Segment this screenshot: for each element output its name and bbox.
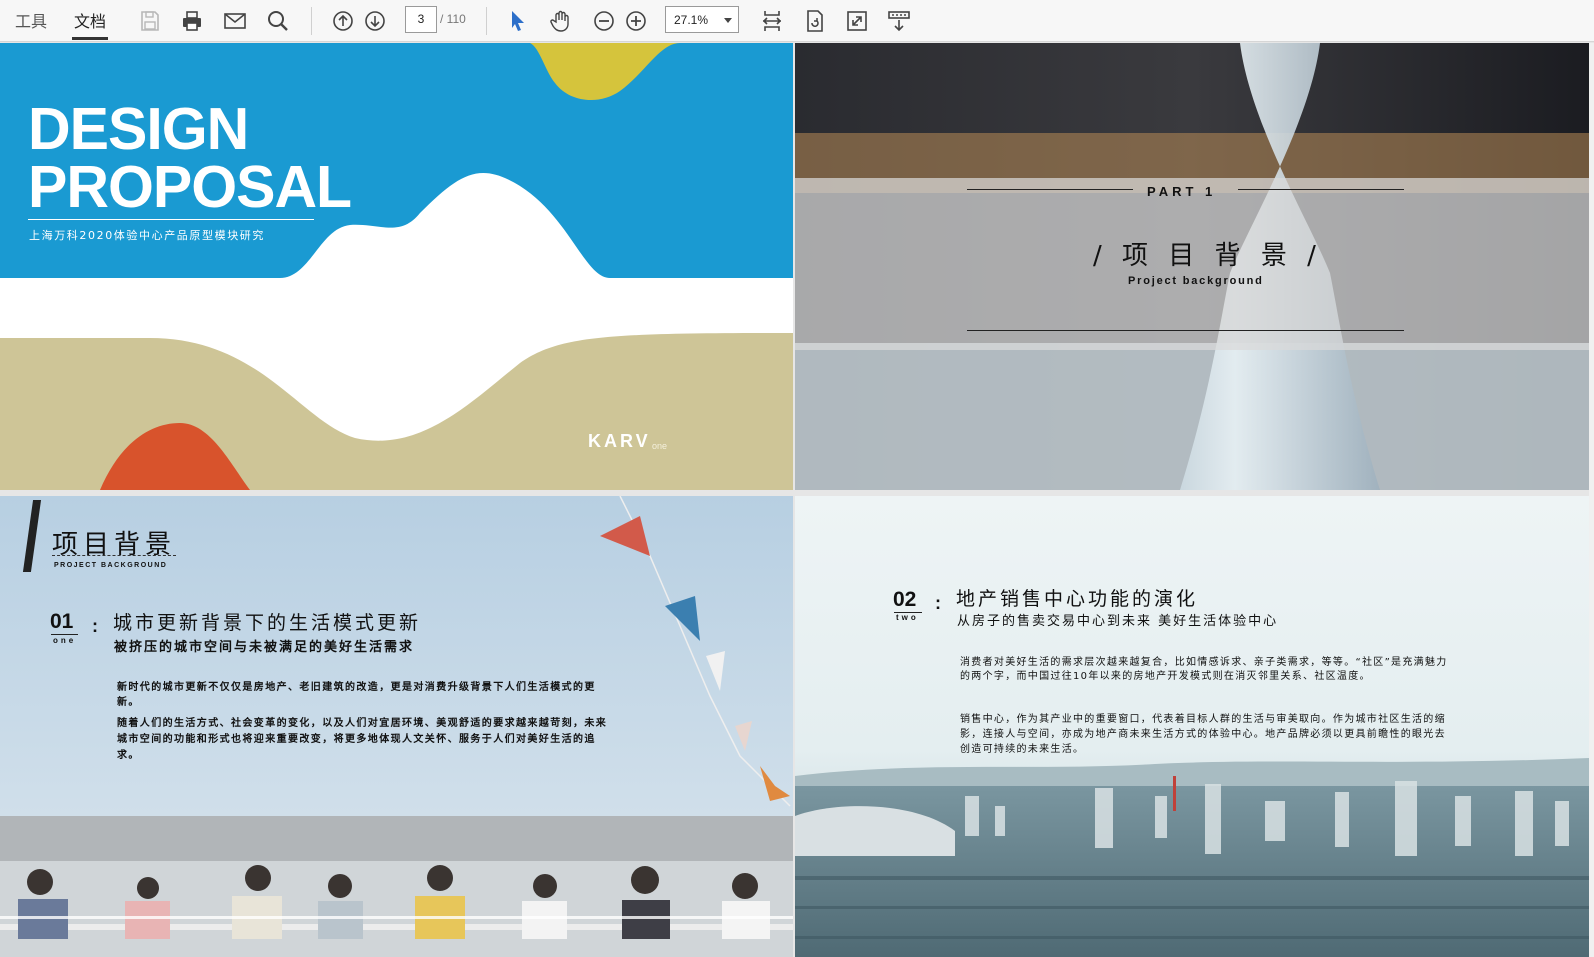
- section-number: 02: [893, 588, 917, 611]
- cover-title-line1: DESIGN: [28, 96, 249, 162]
- body-paragraph-2: 销售中心，作为其产业中的重要窗口，代表着目标人群的生活与审美取向。作为城市社区生…: [960, 714, 1446, 755]
- part-rule-right: [1238, 189, 1404, 190]
- body-paragraph-1: 消费者对美好生活的需求层次越来越复合，比如情感诉求、亲子类需求，等等。“社区”是…: [960, 657, 1448, 682]
- save-icon[interactable]: [137, 8, 163, 34]
- body-paragraph-1: 新时代的城市更新不仅仅是房地产、老旧建筑的改造，更是对消费升级背景下人们生活模式…: [117, 682, 596, 708]
- section-subtitle: 被挤压的城市空间与未被满足的美好生活需求: [114, 640, 415, 655]
- section-subtitle: Project background: [1128, 275, 1264, 287]
- section-number: 01: [50, 610, 74, 633]
- page-up-icon[interactable]: [330, 8, 356, 34]
- cover-title-line2: PROPOSAL: [28, 154, 352, 220]
- tab-document[interactable]: 文档: [71, 8, 109, 40]
- page-thumbnail-3[interactable]: 项目背景 PROJECT BACKGROUND 01 one : 城市更新背景下…: [0, 496, 793, 957]
- title-rule-bottom: [967, 330, 1404, 331]
- body-paragraph-2: 随着人们的生活方式、社会变革的变化，以及人们对宜居环境、美观舒适的要求越来越苛刻…: [117, 718, 608, 761]
- mail-icon[interactable]: [222, 8, 248, 34]
- karv-logo-suffix: one: [652, 441, 668, 451]
- vertical-scrollbar[interactable]: [1589, 43, 1594, 957]
- fit-width-icon[interactable]: [759, 8, 785, 34]
- print-icon[interactable]: [179, 8, 205, 34]
- cover-subtitle: 上海万科2020体验中心产品原型模块研究: [29, 229, 265, 242]
- page-thumbnail-4[interactable]: 02 two : 地产销售中心功能的演化 从房子的售卖交易中心到未来 美好生活体…: [795, 496, 1589, 957]
- cover-divider: [28, 219, 314, 220]
- section-colon: :: [935, 593, 941, 613]
- toolbar: 工具 文档 3 / 110 27.1%: [0, 0, 1594, 42]
- part-rule-left: [967, 189, 1133, 190]
- rotate-icon[interactable]: [802, 8, 828, 34]
- page-down-icon[interactable]: [362, 8, 388, 34]
- section-number-word: one: [53, 636, 77, 645]
- section-title: / 项 目 背 景 /: [1093, 241, 1322, 271]
- karv-logo: KARV: [588, 431, 651, 451]
- part-label: PART 1: [1147, 184, 1217, 199]
- page-thumbnail-1[interactable]: DESIGN PROPOSAL 上海万科2020体验中心产品原型模块研究 KAR…: [0, 43, 793, 490]
- page-number-input[interactable]: 3: [405, 6, 437, 33]
- zoom-out-icon[interactable]: [591, 8, 617, 34]
- heading-dashed-rule: [52, 555, 176, 556]
- section-number-word: two: [896, 613, 919, 622]
- chevron-down-icon: [724, 18, 732, 23]
- separator: [311, 7, 312, 35]
- page-total: / 110: [440, 12, 466, 26]
- section-title: 地产销售中心功能的演化: [956, 588, 1199, 610]
- search-icon[interactable]: [265, 8, 291, 34]
- zoom-in-icon[interactable]: [623, 8, 649, 34]
- section-colon: :: [92, 616, 98, 636]
- section-number-rule: [51, 634, 78, 635]
- full-screen-icon[interactable]: [844, 8, 870, 34]
- zoom-value: 27.1%: [674, 13, 709, 27]
- tab-tools[interactable]: 工具: [15, 8, 47, 32]
- select-cursor-icon[interactable]: [505, 8, 531, 34]
- zoom-select[interactable]: 27.1%: [665, 6, 739, 33]
- page-heading-en: PROJECT BACKGROUND: [54, 562, 168, 569]
- section-subtitle: 从房子的售卖交易中心到未来 美好生活体验中心: [957, 614, 1279, 629]
- section-title: 城市更新背景下的生活模式更新: [113, 612, 422, 634]
- page-thumbnail-2[interactable]: PART 1 / 项 目 背 景 / Project background: [795, 43, 1589, 490]
- separator: [486, 7, 487, 35]
- hand-icon[interactable]: [548, 8, 574, 34]
- read-mode-icon[interactable]: [886, 8, 912, 34]
